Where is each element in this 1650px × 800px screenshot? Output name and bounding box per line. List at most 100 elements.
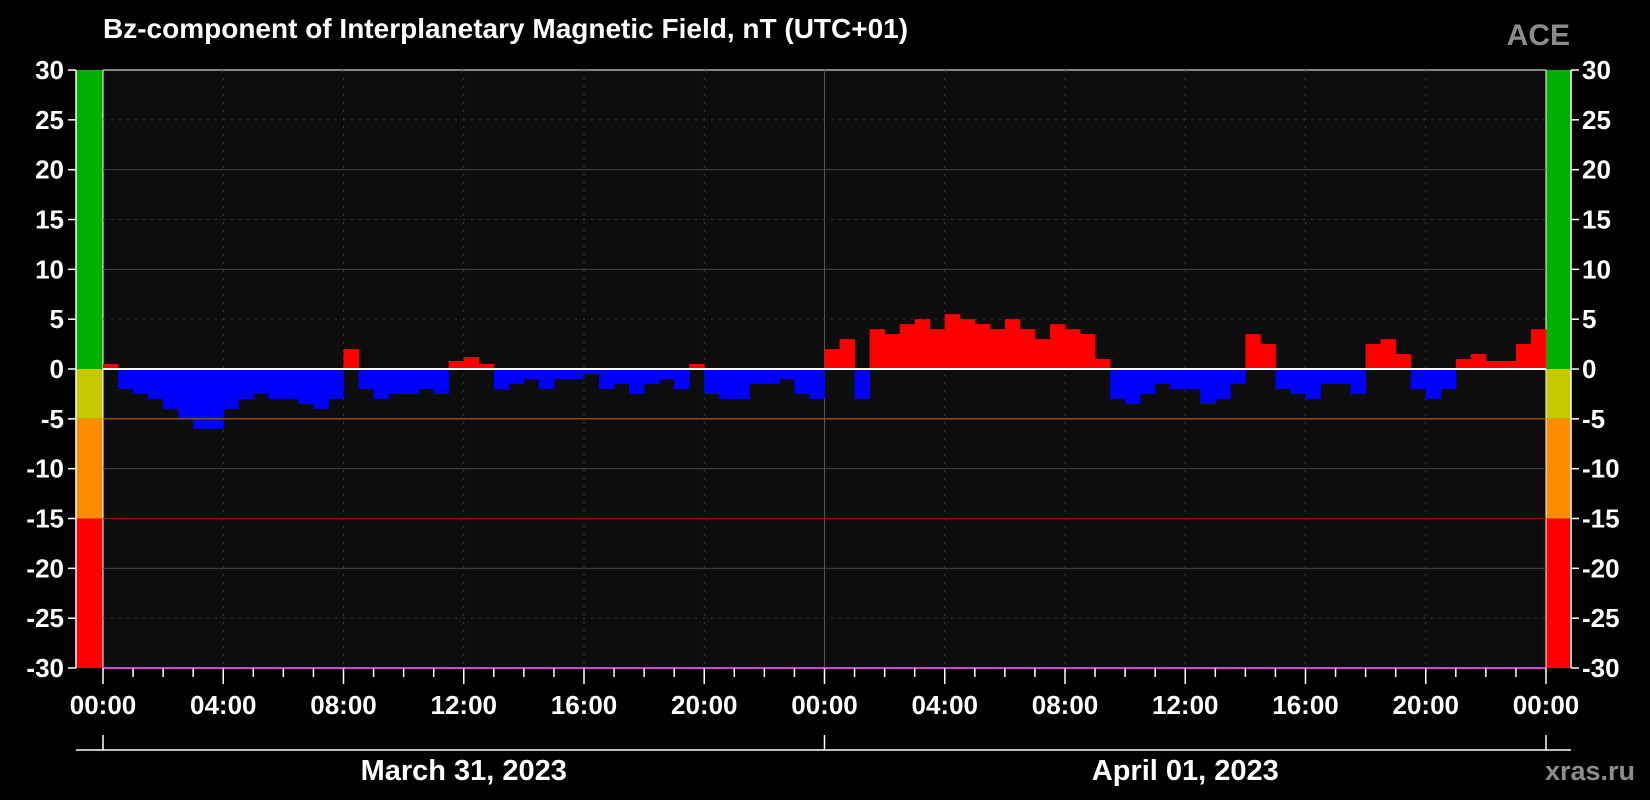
bz-bar-47 (809, 369, 825, 399)
bz-bar-19 (388, 369, 405, 394)
bz-bar-66 (1095, 359, 1111, 369)
y-tick-label-right-4: 10 (1582, 254, 1611, 284)
bz-bar-68 (1125, 369, 1141, 404)
chart-title: Bz-component of Interplanetary Magnetic … (103, 13, 908, 44)
y-tick-label-right-1: 25 (1582, 105, 1611, 135)
bz-bar-60 (1004, 319, 1021, 369)
bz-bar-85 (1380, 339, 1397, 369)
bz-bar-78 (1275, 369, 1291, 389)
bz-bar-44 (764, 369, 780, 384)
y-tick-label-left-11: -25 (26, 603, 64, 633)
bz-bar-2 (133, 369, 149, 394)
bz-bar-41 (719, 369, 735, 399)
y-tick-label-left-9: -15 (26, 504, 64, 534)
y-tick-label-right-0: 30 (1582, 55, 1611, 85)
bz-bar-54 (914, 319, 931, 369)
band-right-0 (1546, 70, 1571, 369)
bz-bar-89 (1440, 369, 1457, 389)
bz-bar-50 (854, 369, 870, 399)
y-tick-label-right-2: 20 (1582, 155, 1611, 185)
bz-bar-91 (1470, 354, 1487, 369)
bz-bar-70 (1155, 369, 1171, 384)
bz-bar-10 (253, 369, 269, 394)
bz-bar-74 (1215, 369, 1231, 399)
bz-bar-81 (1320, 369, 1336, 384)
bz-bar-42 (734, 369, 750, 399)
y-tick-label-left-7: -5 (41, 404, 64, 434)
bz-bar-79 (1290, 369, 1306, 394)
bz-bar-11 (268, 369, 284, 399)
date-label-1: April 01, 2023 (1092, 755, 1279, 787)
y-tick-label-right-10: -20 (1582, 553, 1620, 583)
bz-bar-82 (1335, 369, 1351, 384)
bz-bar-76 (1245, 334, 1261, 369)
y-tick-label-left-0: 30 (35, 55, 64, 85)
bz-bar-64 (1065, 329, 1081, 369)
x-tick-label-2: 08:00 (310, 690, 377, 720)
y-tick-label-right-8: -10 (1582, 454, 1620, 484)
bz-bar-17 (358, 369, 374, 389)
y-tick-label-right-5: 5 (1582, 304, 1596, 334)
x-tick-label-0: 00:00 (70, 690, 137, 720)
source-label: ACE (1507, 19, 1570, 52)
bz-bar-51 (869, 329, 886, 369)
bz-bar-29 (538, 369, 555, 389)
y-tick-label-left-6: 0 (50, 354, 64, 384)
bz-bar-18 (373, 369, 389, 399)
x-tick-label-7: 04:00 (912, 690, 979, 720)
x-tick-label-6: 00:00 (791, 690, 858, 720)
x-tick-label-9: 12:00 (1152, 690, 1219, 720)
bz-bar-71 (1170, 369, 1186, 389)
x-tick-label-8: 08:00 (1032, 690, 1099, 720)
band-right-2 (1546, 418, 1571, 519)
band-right-1 (1546, 369, 1571, 419)
bz-bar-53 (899, 324, 916, 369)
band-right-3 (1546, 518, 1571, 668)
bz-bar-1 (118, 369, 134, 389)
bz-bar-37 (659, 369, 675, 379)
bz-bar-73 (1200, 369, 1216, 404)
y-tick-label-right-12: -30 (1582, 653, 1620, 683)
bz-bar-8 (223, 369, 239, 409)
bz-bar-15 (328, 369, 344, 399)
bz-bar-5 (178, 369, 194, 419)
bz-bar-7 (208, 369, 224, 429)
bz-bar-28 (523, 369, 540, 379)
y-tick-label-left-3: 15 (35, 205, 64, 235)
bz-bar-22 (433, 369, 450, 394)
bz-bar-56 (944, 314, 961, 369)
bz-bar-52 (884, 334, 901, 369)
y-tick-label-left-5: 5 (50, 304, 64, 334)
bz-bar-13 (298, 369, 314, 404)
bz-bar-88 (1425, 369, 1442, 399)
bz-bar-58 (974, 324, 991, 369)
y-tick-label-right-6: 0 (1582, 354, 1596, 384)
bz-bar-40 (704, 369, 720, 394)
bz-bar-87 (1410, 369, 1427, 389)
band-left-1 (76, 369, 103, 419)
bz-bar-63 (1049, 324, 1066, 369)
bz-bar-75 (1230, 369, 1246, 384)
bz-bar-84 (1365, 344, 1382, 369)
bz-bar-26 (493, 369, 510, 389)
bz-bar-86 (1395, 354, 1412, 369)
bz-bar-23 (448, 361, 465, 369)
bz-bar-57 (959, 319, 976, 369)
y-tick-label-left-4: 10 (35, 254, 64, 284)
bz-bar-69 (1140, 369, 1156, 394)
y-tick-label-left-8: -10 (26, 454, 64, 484)
bz-bar-34 (614, 369, 630, 384)
bz-bar-65 (1080, 334, 1096, 369)
x-tick-label-12: 00:00 (1513, 690, 1580, 720)
y-tick-label-left-2: 20 (35, 155, 64, 185)
bz-bar-4 (163, 369, 179, 409)
bz-bar-43 (749, 369, 765, 384)
bz-bar-27 (508, 369, 525, 384)
x-tick-label-5: 20:00 (671, 690, 738, 720)
bz-bar-61 (1019, 329, 1036, 369)
bz-bar-21 (418, 369, 435, 389)
bz-bar-95 (1530, 329, 1547, 369)
band-left-0 (76, 70, 103, 369)
x-tick-label-4: 16:00 (551, 690, 618, 720)
date-label-0: March 31, 2023 (361, 755, 567, 787)
